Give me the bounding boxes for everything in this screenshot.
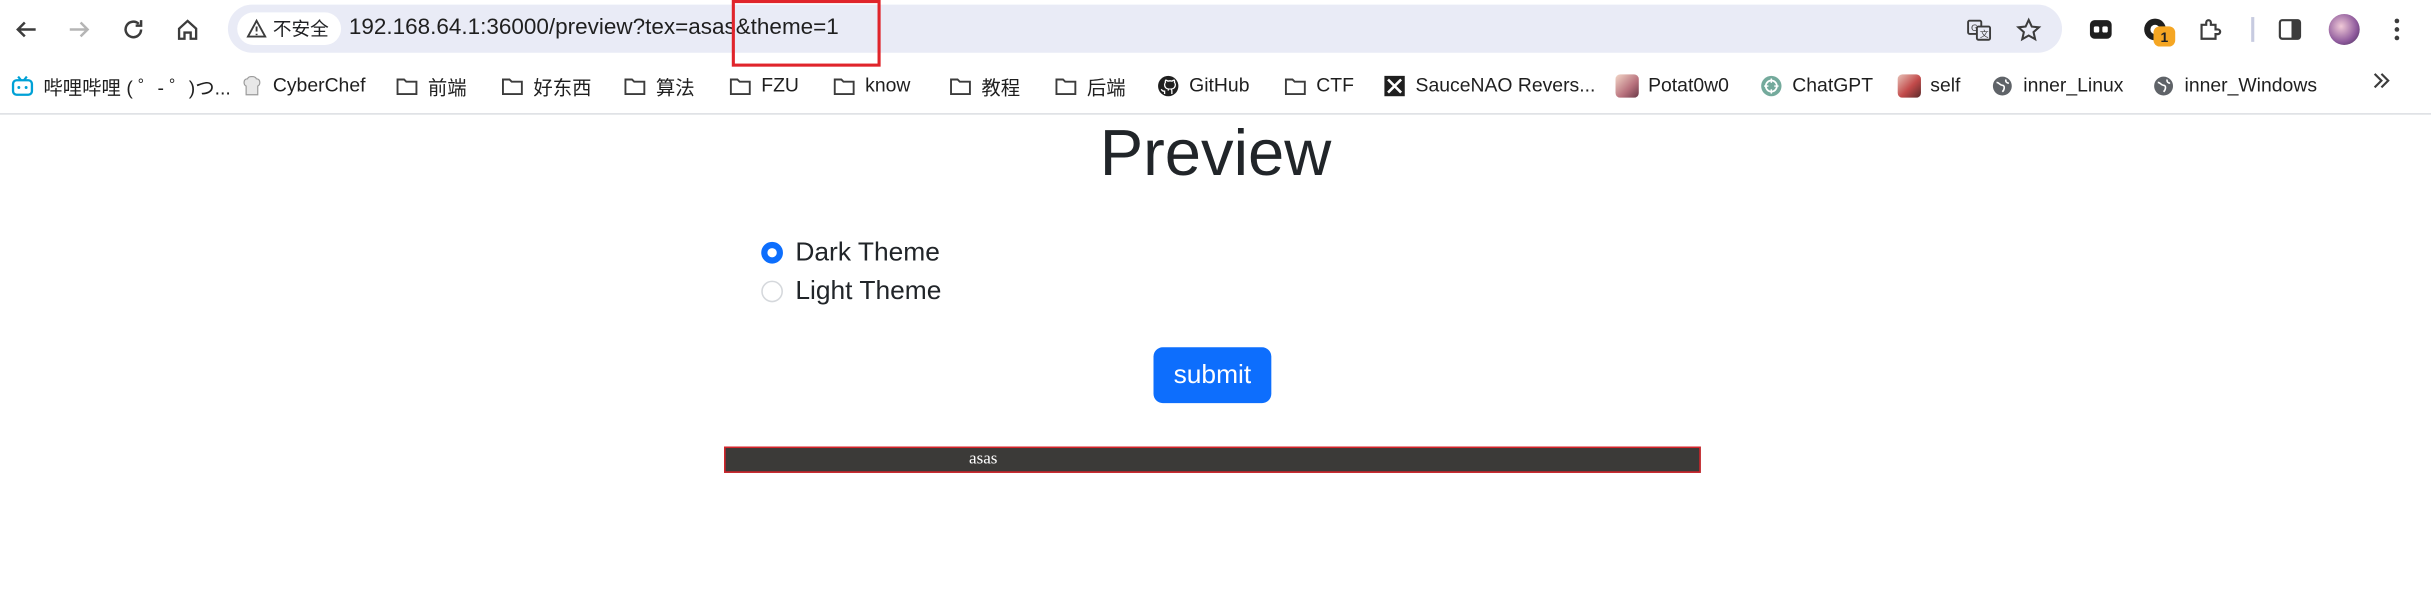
bookmarks-bar: 哔哩哔哩 ( ゜- ゜)つ... CyberChef 前端 好东西 算法 FZU… bbox=[0, 57, 2431, 115]
bookmark-label: SauceNAO Revers... bbox=[1415, 74, 1596, 97]
extension-badge: 1 bbox=[2153, 26, 2176, 47]
saucenao-icon bbox=[1384, 75, 1405, 96]
bookmark-bilibili[interactable]: 哔哩哔哩 ( ゜- ゜)つ... bbox=[11, 71, 231, 99]
bookmark-label: ChatGPT bbox=[1792, 74, 1874, 97]
bookmark-label: 教程 bbox=[981, 76, 1021, 99]
bookmark-label: CTF bbox=[1316, 74, 1354, 97]
bookmark-label: Potat0w0 bbox=[1648, 74, 1729, 97]
security-label: 不安全 bbox=[272, 18, 329, 41]
bookmark-folder-fzu[interactable]: FZU bbox=[729, 71, 799, 99]
extensions-button[interactable] bbox=[2192, 11, 2229, 48]
bookmark-folder-know[interactable]: know bbox=[833, 71, 911, 99]
potat0w0-icon bbox=[1615, 73, 1639, 97]
preview-text: asas bbox=[969, 449, 998, 469]
bookmark-self[interactable]: self bbox=[1897, 71, 1961, 99]
warning-icon bbox=[246, 18, 267, 38]
bookmark-chatgpt[interactable]: ChatGPT bbox=[1760, 71, 1873, 99]
folder-icon bbox=[833, 77, 855, 95]
radio-dark-theme[interactable] bbox=[761, 241, 783, 264]
bookmark-folder-backend[interactable]: 后端 bbox=[1054, 71, 1126, 99]
folder-icon bbox=[729, 77, 751, 95]
reload-button[interactable] bbox=[113, 9, 153, 49]
extension-app-icon bbox=[2089, 20, 2112, 39]
light-theme-option[interactable]: Light Theme bbox=[761, 274, 941, 308]
bookmark-label: 哔哩哔哩 ( ゜- ゜)つ... bbox=[43, 76, 231, 99]
bookmark-label: CyberChef bbox=[272, 74, 366, 97]
preview-output: asas bbox=[724, 446, 1701, 473]
bilibili-icon bbox=[11, 75, 34, 96]
translate-button[interactable]: G文 bbox=[1961, 12, 1995, 46]
radio-light-theme[interactable] bbox=[761, 280, 783, 303]
bookmark-label: 算法 bbox=[655, 76, 695, 99]
bookmark-label: self bbox=[1930, 74, 1961, 97]
security-chip[interactable]: 不安全 bbox=[237, 12, 342, 45]
page-title: Preview bbox=[1099, 116, 1332, 190]
url-host: 192.168.64.1 bbox=[348, 15, 481, 41]
side-panel-button[interactable] bbox=[2271, 11, 2308, 48]
kebab-menu-icon bbox=[2394, 18, 2400, 41]
side-panel-icon bbox=[2278, 19, 2302, 40]
reload-icon bbox=[124, 20, 143, 39]
back-arrow-icon bbox=[16, 21, 36, 38]
light-theme-label: Light Theme bbox=[795, 275, 942, 306]
bookmark-label: inner_Linux bbox=[2023, 74, 2124, 97]
home-icon bbox=[177, 19, 198, 40]
home-button[interactable] bbox=[167, 9, 207, 49]
translate-icon: G文 bbox=[1966, 18, 1991, 40]
bookmark-folder-algorithm[interactable]: 算法 bbox=[623, 71, 695, 99]
menu-button[interactable] bbox=[2378, 11, 2415, 48]
bookmark-github[interactable]: GitHub bbox=[1157, 71, 1250, 99]
bookmark-folder-goodstuff[interactable]: 好东西 bbox=[501, 71, 592, 99]
back-button[interactable] bbox=[6, 9, 46, 49]
address-bar[interactable]: 不安全 192.168.64.1:36000/preview?tex=asas&… bbox=[227, 4, 2063, 53]
cyberchef-icon bbox=[243, 75, 261, 95]
bookmark-inner-linux[interactable]: inner_Linux bbox=[1991, 71, 2124, 99]
toolbar-divider bbox=[2251, 17, 2255, 42]
highlight-annotation bbox=[731, 0, 881, 67]
bookmark-label: FZU bbox=[761, 74, 799, 97]
folder-icon bbox=[502, 77, 523, 95]
bookmarks-overflow-button[interactable] bbox=[2371, 70, 2393, 99]
globe-icon bbox=[1992, 75, 2012, 95]
svg-text:G: G bbox=[1970, 23, 1977, 33]
folder-icon bbox=[396, 77, 418, 95]
svg-text:文: 文 bbox=[1979, 27, 1988, 39]
forward-button[interactable] bbox=[59, 9, 99, 49]
bookmark-folder-frontend[interactable]: 前端 bbox=[395, 71, 467, 99]
self-icon bbox=[1897, 73, 1921, 97]
bookmark-label: 前端 bbox=[427, 76, 467, 99]
chatgpt-icon bbox=[1761, 75, 1782, 96]
bookmark-label: GitHub bbox=[1189, 74, 1250, 97]
submit-button[interactable]: submit bbox=[1153, 347, 1272, 404]
dark-theme-label: Dark Theme bbox=[795, 237, 940, 267]
star-icon bbox=[2015, 16, 2041, 41]
forward-arrow-icon bbox=[69, 21, 90, 38]
bookmark-label: know bbox=[865, 74, 911, 97]
profile-avatar[interactable] bbox=[2328, 13, 2360, 45]
bookmark-label: inner_Windows bbox=[2184, 74, 2318, 97]
puzzle-icon bbox=[2200, 19, 2222, 40]
bookmark-potat0w0[interactable]: Potat0w0 bbox=[1615, 71, 1729, 99]
folder-icon bbox=[1284, 77, 1306, 95]
globe-icon bbox=[2154, 75, 2174, 95]
bookmark-inner-windows[interactable]: inner_Windows bbox=[2152, 71, 2317, 99]
bookmark-folder-ctf[interactable]: CTF bbox=[1284, 71, 1354, 99]
bookmark-cyberchef[interactable]: CyberChef bbox=[240, 71, 366, 99]
github-icon bbox=[1158, 75, 1179, 96]
bookmark-label: 好东西 bbox=[533, 76, 592, 99]
bookmark-folder-tutorial[interactable]: 教程 bbox=[949, 71, 1020, 99]
folder-icon bbox=[1055, 77, 1077, 95]
extension-1-button[interactable] bbox=[2082, 11, 2119, 48]
bookmark-label: 后端 bbox=[1086, 76, 1126, 99]
browser-toolbar: 不安全 192.168.64.1:36000/preview?tex=asas&… bbox=[0, 0, 2431, 58]
page-content: Preview Dark Theme Light Theme submit as… bbox=[0, 114, 2431, 591]
dark-theme-option[interactable]: Dark Theme bbox=[761, 236, 940, 270]
double-chevron-right-icon bbox=[2373, 73, 2390, 89]
bookmark-saucenao[interactable]: SauceNAO Revers... bbox=[1383, 71, 1595, 99]
folder-icon bbox=[950, 77, 971, 95]
folder-icon bbox=[624, 77, 646, 95]
bookmark-star-button[interactable] bbox=[2011, 12, 2045, 46]
